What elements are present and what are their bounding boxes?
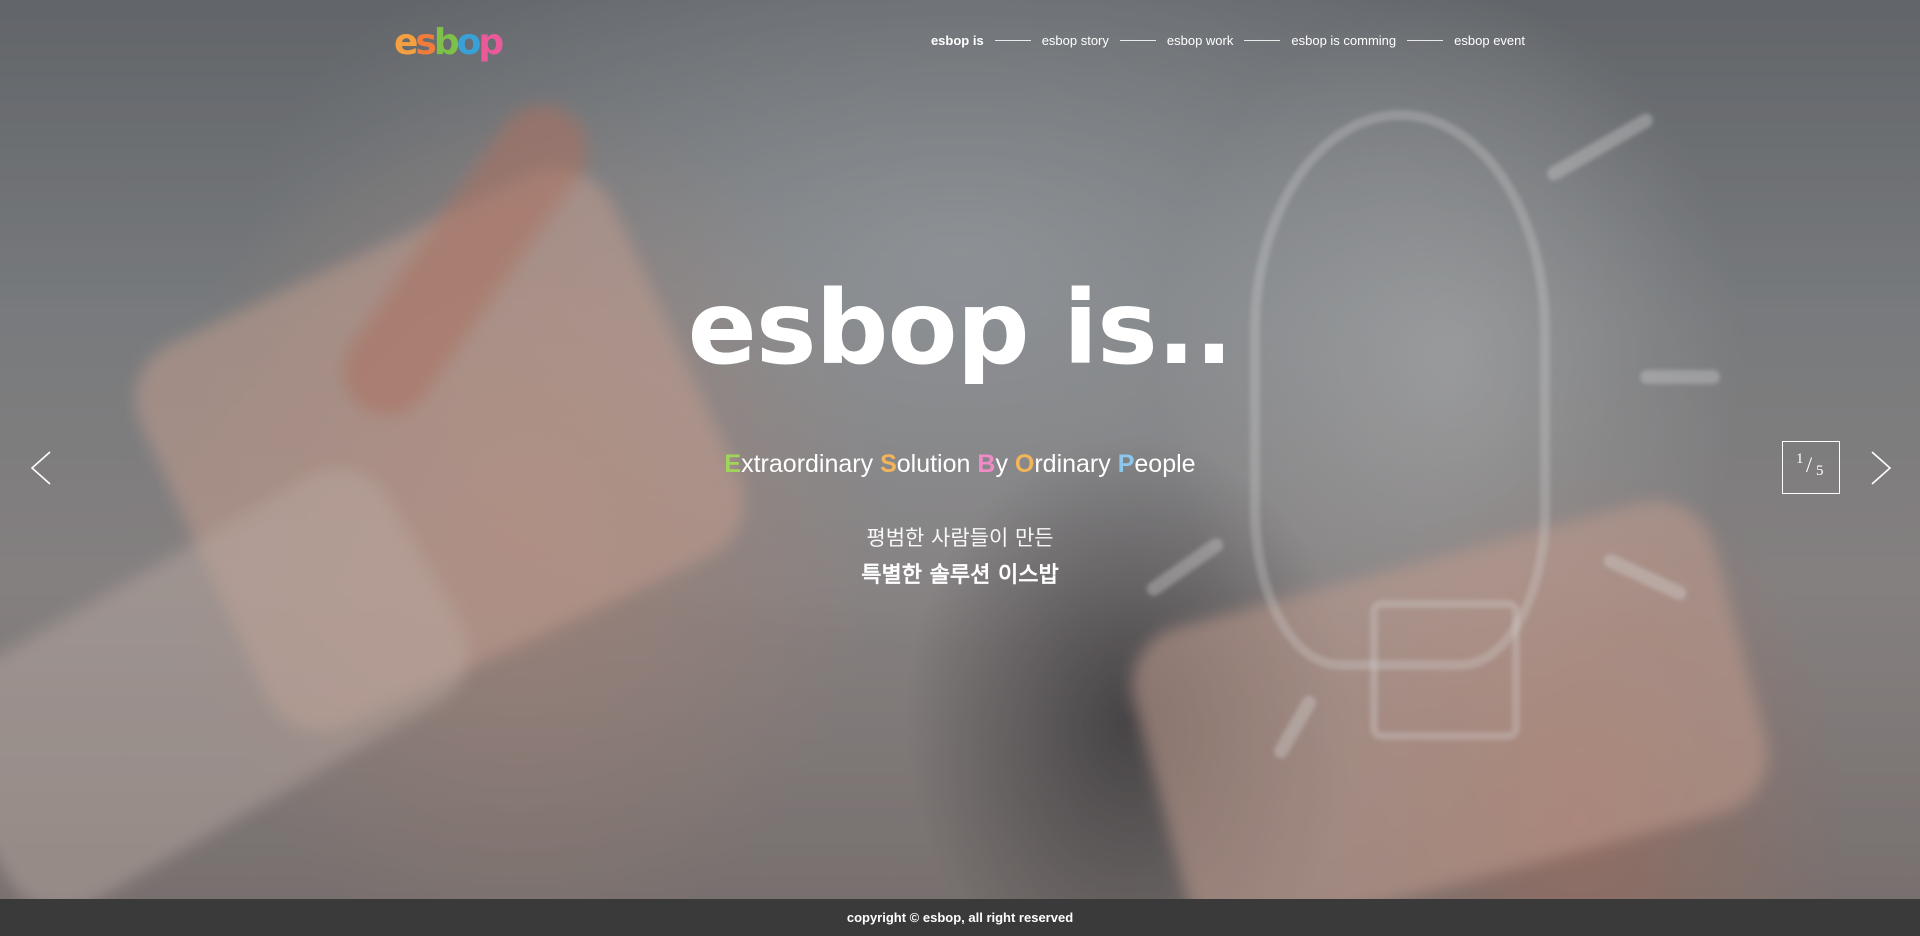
chevron-left-icon <box>30 451 51 485</box>
footer: copyright © esbop, all right reserved <box>0 899 1920 936</box>
tagline-word-rest: y <box>995 450 1008 478</box>
slide-total: 5 <box>1816 463 1824 479</box>
logo-letter-b: b <box>433 22 460 63</box>
slider-next-button[interactable] <box>1862 448 1898 488</box>
slide-separator: / <box>1806 452 1813 477</box>
tagline-initial-o: O <box>1014 450 1035 478</box>
chevron-right-icon <box>1871 451 1892 485</box>
slide-current: 1 <box>1796 451 1804 467</box>
nav-item-esbop-event[interactable]: esbop event <box>1454 33 1525 48</box>
nav-divider <box>1119 40 1156 41</box>
logo-letter-e: e <box>394 22 418 63</box>
tagline-initial-p: P <box>1117 450 1135 478</box>
copyright-text: copyright © esbop, all right reserved <box>846 910 1074 925</box>
tagline-initial-e: E <box>724 450 742 478</box>
nav-item-esbop-is[interactable]: esbop is <box>931 33 984 48</box>
nav-item-esbop-is-comming[interactable]: esbop is comming <box>1291 33 1396 48</box>
tagline-word-rest: xtraordinary <box>741 450 874 478</box>
tagline-initial-b: B <box>977 450 996 478</box>
korean-subtitle-line2: 특별한 솔루션 이스밥 <box>861 563 1059 588</box>
logo-letter-o: o <box>456 22 482 63</box>
logo-letter-p: p <box>478 22 504 63</box>
main-nav: esbop is esbop story esbop work esbop is… <box>931 33 1525 48</box>
korean-subtitle-line1: 평범한 사람들이 만든 <box>866 526 1054 550</box>
tagline-word-rest: rdinary <box>1034 450 1111 478</box>
esbop-logo[interactable]: e s b o p <box>394 22 504 64</box>
nav-divider <box>994 40 1031 41</box>
tagline-word-rest: eople <box>1134 450 1196 478</box>
nav-divider <box>1407 40 1444 41</box>
nav-item-esbop-work[interactable]: esbop work <box>1167 33 1233 48</box>
slider-prev-button[interactable] <box>24 448 60 488</box>
hero-title: esbop is.. <box>687 269 1234 388</box>
hero-slide: e s b o p esbop is esbop story esbop wor… <box>0 0 1920 899</box>
tagline-initial-s: S <box>880 450 897 478</box>
hero-tagline: Extraordinary Solution By Ordinary Peopl… <box>0 450 1920 479</box>
nav-item-esbop-story[interactable]: esbop story <box>1042 33 1109 48</box>
tagline-word-rest: olution <box>896 450 971 478</box>
slide-counter: 1 / 5 <box>1782 441 1840 494</box>
nav-divider <box>1244 40 1281 41</box>
logo-letter-s: s <box>415 22 437 63</box>
